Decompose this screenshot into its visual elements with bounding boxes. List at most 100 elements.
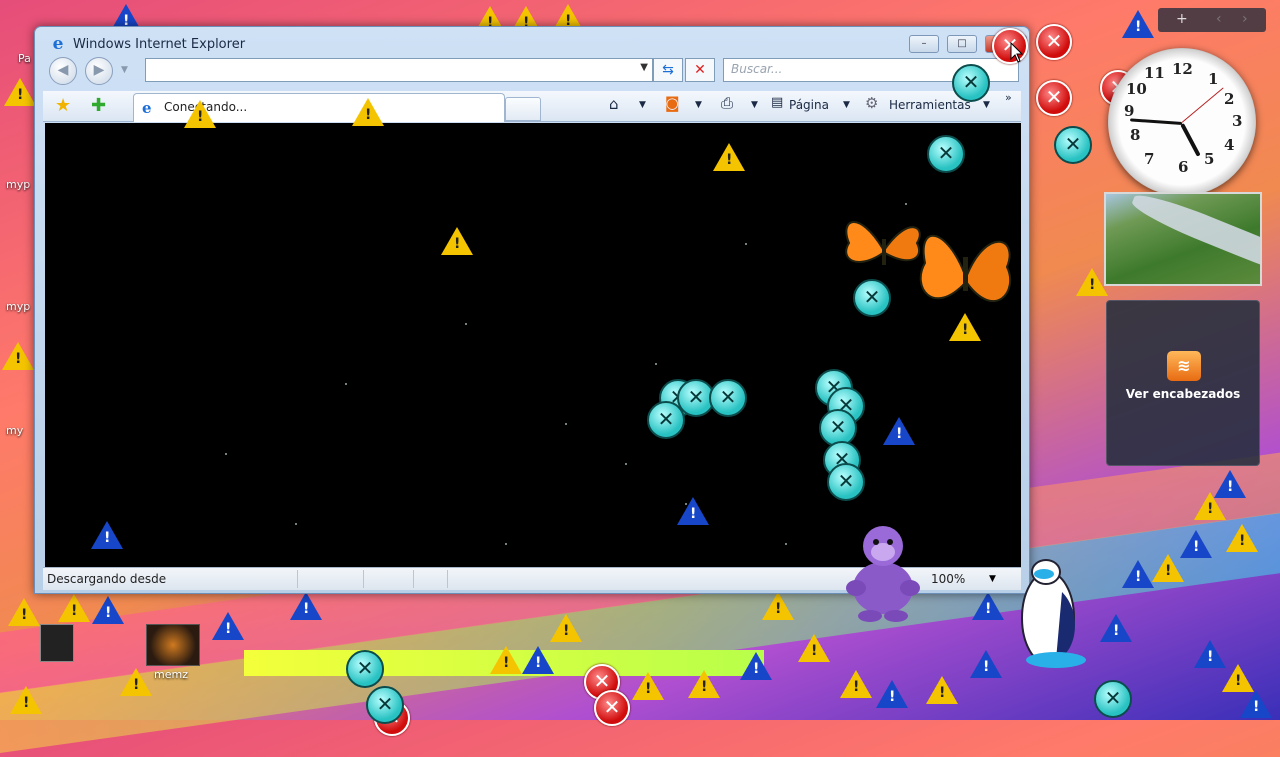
- warning-icon: [840, 670, 872, 698]
- warning-icon: [290, 592, 322, 620]
- purple-gorilla-icon: [846, 526, 920, 622]
- print-button[interactable]: ⎙: [721, 94, 733, 112]
- rss-icon: ≋: [1167, 351, 1201, 381]
- mouse-cursor-icon: [1010, 42, 1024, 63]
- warning-icon: [632, 672, 664, 700]
- maximize-button[interactable]: □: [947, 35, 977, 53]
- refresh-button[interactable]: ⇆: [653, 58, 683, 82]
- warning-icon: [762, 592, 794, 620]
- star: [655, 363, 657, 365]
- clock-number: 3: [1232, 112, 1243, 130]
- error-icon-cyan: ✕: [709, 379, 747, 417]
- star: [465, 323, 467, 325]
- feed-headlines-gadget[interactable]: ≋ Ver encabezados: [1106, 300, 1260, 466]
- home-dropdown-icon[interactable]: ▼: [639, 100, 646, 110]
- feed-headlines-label[interactable]: Ver encabezados: [1107, 387, 1259, 401]
- clock-number: 8: [1130, 126, 1141, 144]
- warning-icon: [713, 143, 745, 171]
- star: [295, 523, 297, 525]
- desktop-icon-memz[interactable]: memz: [154, 668, 188, 681]
- error-icon-cyan: ✕: [1054, 126, 1092, 164]
- window-title: Windows Internet Explorer: [73, 37, 246, 52]
- ie-logo-icon: e: [52, 34, 64, 54]
- warning-icon: [876, 680, 908, 708]
- stop-button[interactable]: ✕: [685, 58, 715, 82]
- slideshow-gadget[interactable]: [1104, 192, 1262, 286]
- warning-icon: [883, 417, 915, 445]
- page-dropdown-icon[interactable]: ▼: [843, 100, 850, 110]
- desktop-icon-pa[interactable]: Pa: [18, 52, 31, 65]
- history-dropdown-icon[interactable]: ▼: [121, 65, 128, 75]
- warning-icon: [688, 670, 720, 698]
- sidebar-controls[interactable]: + ‹ ›: [1158, 8, 1266, 32]
- page-content[interactable]: ✕ ✕ ✕ ✕ ✕ ✕ ✕ ✕ ✕ ✕ ✕: [45, 123, 1021, 567]
- clock-number: 9: [1124, 102, 1135, 120]
- back-button[interactable]: ◀: [49, 57, 77, 85]
- tools-dropdown-icon[interactable]: ▼: [983, 100, 990, 110]
- warning-icon: [92, 596, 124, 624]
- clock-gadget[interactable]: 12 1 2 3 4 5 6 7 8 9 10 11: [1108, 48, 1256, 196]
- feeds-button[interactable]: ◙: [665, 94, 680, 112]
- favorites-star-icon[interactable]: ★: [55, 95, 71, 116]
- forward-button[interactable]: ▶: [85, 57, 113, 85]
- warning-icon: [120, 668, 152, 696]
- desktop-icon-myp[interactable]: myp: [6, 300, 30, 313]
- warning-icon: [1122, 560, 1154, 588]
- error-icon-cyan: ✕: [927, 135, 965, 173]
- status-separator: [413, 570, 414, 588]
- warning-icon: [798, 634, 830, 662]
- butterfly-icon: [919, 234, 1012, 303]
- star: [225, 453, 227, 455]
- warning-icon: [677, 497, 709, 525]
- page-menu[interactable]: Página: [789, 98, 829, 112]
- status-text: Descargando desde: [47, 572, 167, 586]
- star: [505, 543, 507, 545]
- memz-icon[interactable]: [146, 624, 200, 666]
- warning-icon: [2, 342, 34, 370]
- star: [785, 543, 787, 545]
- dark-file-icon[interactable]: [40, 624, 74, 662]
- add-favorite-icon[interactable]: ✚: [91, 95, 106, 116]
- warning-icon: [1222, 664, 1254, 692]
- warning-icon: [91, 521, 123, 549]
- desktop-icon-my[interactable]: my: [6, 424, 23, 437]
- clock-hour-hand: [1180, 123, 1201, 157]
- warning-icon: [740, 652, 772, 680]
- zoom-level[interactable]: 100%: [931, 572, 965, 586]
- clock-number: 11: [1144, 64, 1165, 82]
- warning-icon: [8, 598, 40, 626]
- error-icon-cyan: ✕: [1094, 680, 1132, 718]
- add-gadget-button[interactable]: +: [1176, 11, 1188, 27]
- warning-icon: [1122, 10, 1154, 38]
- error-icon: ✕: [1036, 24, 1072, 60]
- clock-number: 10: [1126, 80, 1147, 98]
- home-button[interactable]: ⌂: [609, 95, 619, 113]
- print-dropdown-icon[interactable]: ▼: [751, 100, 758, 110]
- tools-menu[interactable]: Herramientas: [889, 98, 971, 112]
- clock-number: 4: [1224, 136, 1235, 154]
- warning-icon: [1214, 470, 1246, 498]
- status-separator: [447, 570, 448, 588]
- page-icon: ▤: [771, 95, 784, 110]
- new-tab-button[interactable]: [505, 97, 541, 121]
- minimize-button[interactable]: –: [909, 35, 939, 53]
- feeds-dropdown-icon[interactable]: ▼: [695, 100, 702, 110]
- warning-icon: [58, 594, 90, 622]
- desktop-icon-myp[interactable]: myp: [6, 178, 30, 191]
- clock-minute-hand: [1130, 118, 1183, 125]
- address-bar[interactable]: ▼: [145, 58, 653, 82]
- more-commands-icon[interactable]: »: [1005, 91, 1012, 104]
- star: [625, 463, 627, 465]
- warning-icon: [184, 100, 216, 128]
- penguin-icon: [1021, 559, 1086, 668]
- clock-number: 1: [1208, 70, 1219, 88]
- next-icon[interactable]: ›: [1242, 11, 1248, 27]
- warning-icon: [1240, 690, 1272, 718]
- warning-icon: [10, 686, 42, 714]
- address-dropdown-icon[interactable]: ▼: [640, 62, 648, 73]
- zoom-dropdown-icon[interactable]: ▼: [989, 574, 996, 584]
- prev-icon[interactable]: ‹: [1216, 11, 1222, 27]
- gear-icon: ⚙: [865, 94, 879, 112]
- status-separator: [363, 570, 364, 588]
- warning-icon: [970, 650, 1002, 678]
